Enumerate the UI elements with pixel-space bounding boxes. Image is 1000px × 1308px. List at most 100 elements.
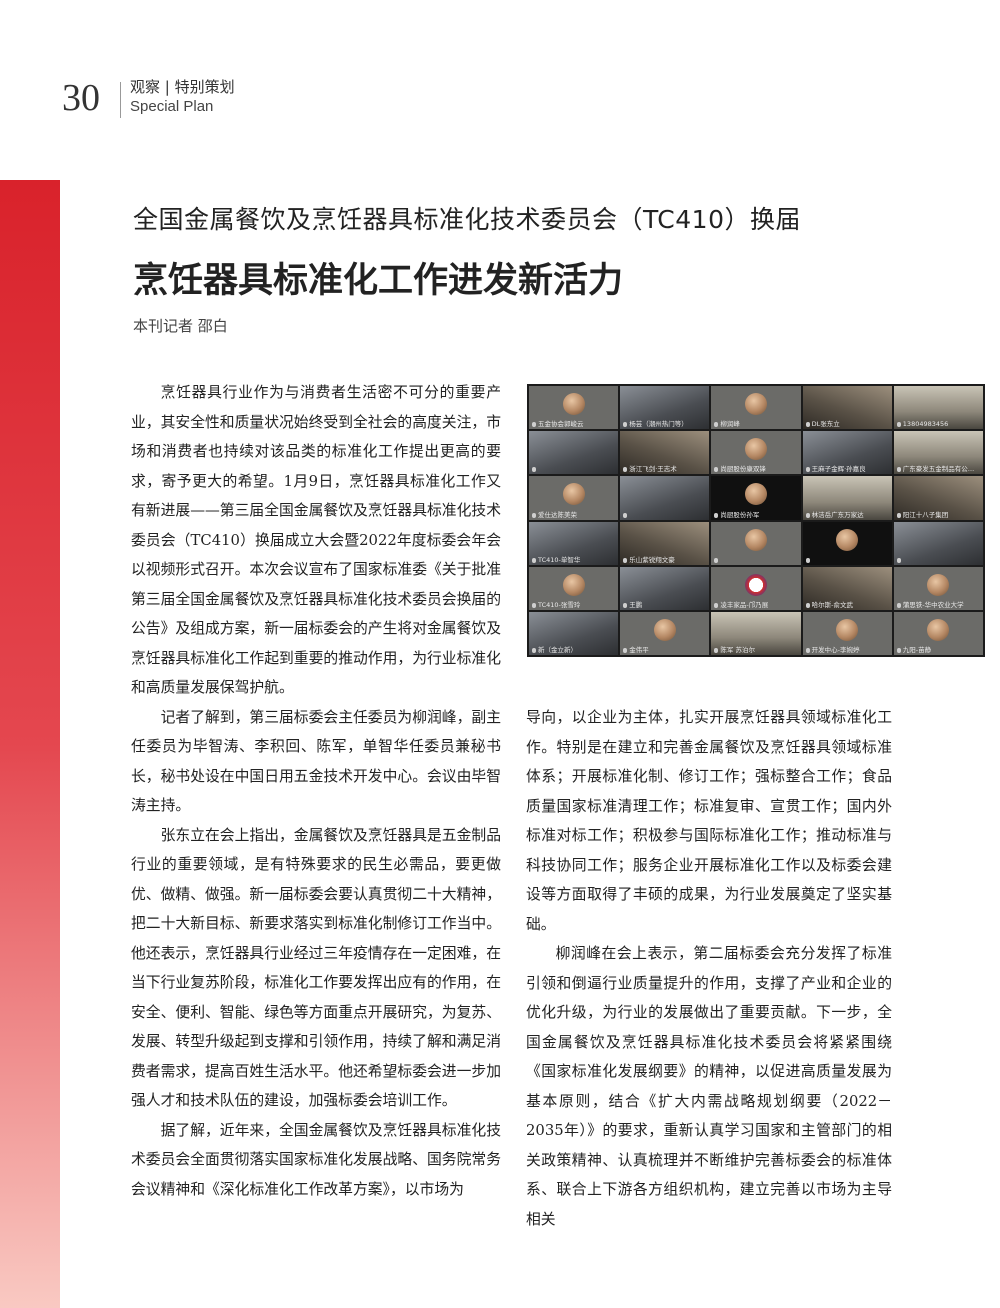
microphone-icon: [896, 648, 901, 653]
participant-name: 阳江十八子集团: [896, 510, 981, 519]
participant-name: 广东豪发五金制品有公…: [896, 465, 981, 474]
participant-name-text: 凌丰家品-邝乃展: [720, 600, 769, 609]
section-title-en: Special Plan: [130, 98, 214, 115]
participant-name: 柳润峰: [714, 420, 798, 428]
participant-name: [896, 556, 981, 564]
decorative-red-bar: [0, 180, 60, 1308]
microphone-icon: [532, 422, 536, 428]
participant-name: 凌丰家品-邝乃展: [714, 601, 798, 609]
video-tile: DL张东立: [802, 386, 892, 430]
microphone-icon: [623, 557, 628, 563]
paragraph: 烹饪器具行业作为与消费者生活密不可分的重要产业，其安全性和质量状况始终受到全社会…: [131, 384, 501, 696]
participant-name: 尚厨股份孙军: [714, 511, 798, 519]
video-tile: 陈军 苏泊尔: [711, 611, 801, 655]
microphone-icon: [714, 557, 719, 563]
microphone-icon: [896, 602, 901, 608]
video-tile: TC410-单智华: [529, 521, 619, 565]
video-tile: 蒲思铁-华中农业大学: [893, 566, 983, 610]
video-tile: 杨芸（潮州热门等）: [620, 386, 710, 430]
participant-name: 金伟平: [623, 646, 707, 654]
participant-name-text: 五金协会郭峻云: [538, 420, 584, 429]
participant-avatar: [562, 483, 585, 506]
microphone-icon: [714, 422, 719, 428]
left-column: 烹饪器具行业作为与消费者生活密不可分的重要产业，其安全性和质量状况始终受到全社会…: [131, 378, 501, 1204]
microphone-icon: [896, 467, 901, 473]
microphone-icon: [623, 602, 628, 608]
participant-avatar: [744, 438, 767, 461]
participant-avatar: [744, 483, 767, 506]
participant-name-text: TC410-张雪玲: [538, 600, 581, 609]
participant-name-text: 13804983456: [902, 420, 949, 429]
video-tile: 13804983456: [893, 386, 983, 430]
microphone-icon: [896, 557, 901, 563]
participant-name: 13804983456: [896, 420, 981, 429]
video-tile: [893, 521, 983, 565]
article-byline: 本刊记者 邵白: [133, 317, 228, 335]
participant-name: [623, 511, 707, 519]
microphone-icon: [623, 467, 628, 473]
microphone-icon: [532, 557, 536, 563]
video-tile: 王麻子金辉·孙嘉良: [802, 431, 892, 475]
participant-name-text: 尚厨股份康双锋: [720, 465, 766, 474]
video-tile: 王鹏: [620, 566, 710, 610]
participant-name: 杨芸（潮州热门等）: [623, 420, 707, 428]
participant-name-text: 杨芸（潮州热门等）: [629, 420, 688, 429]
participant-name: 浙江飞剑·王志术: [623, 465, 707, 473]
participant-name: [532, 465, 616, 473]
video-tile: [620, 476, 710, 520]
microphone-icon: [623, 648, 628, 653]
paragraph-continued: 导向，以企业为主体，扎实开展烹饪器具领域标准化工作。特别是在建立和完善金属餐饮及…: [526, 709, 892, 933]
participant-name-text: 林洁岳广东万家达: [811, 510, 864, 519]
video-tile: 广东豪发五金制品有公…: [893, 431, 983, 475]
microphone-icon: [896, 422, 901, 428]
participant-name-text: 阳江十八子集团: [902, 510, 949, 519]
participant-name-text: 尚厨股份孙军: [720, 510, 760, 519]
video-tile: 爱仕达陈美荣: [529, 476, 619, 520]
participant-name-text: 开发中心-李婉婷: [811, 646, 860, 654]
participant-name-text: DL张东立: [811, 420, 840, 429]
microphone-icon: [805, 602, 810, 608]
video-tile: 开发中心-李婉婷: [802, 611, 892, 655]
participant-avatar: [653, 618, 676, 641]
microphone-icon: [532, 512, 536, 518]
video-tile: [802, 521, 892, 565]
participant-name-text: 蒲思铁-华中农业大学: [902, 600, 964, 609]
video-tile: 哈尔斯-俞文武: [802, 566, 892, 610]
video-tile: 乐山紫锐翔文豪: [620, 521, 710, 565]
video-tile: 林洁岳广东万家达: [802, 476, 892, 520]
video-tile: TC410-张雪玲: [529, 566, 619, 610]
right-column: 导向，以企业为主体，扎实开展烹饪器具领域标准化工作。特别是在建立和完善金属餐饮及…: [526, 703, 892, 1234]
participant-name: 蒲思铁-华中农业大学: [896, 600, 981, 609]
microphone-icon: [532, 602, 536, 608]
participant-name-text: 广东豪发五金制品有公…: [902, 465, 975, 474]
microphone-icon: [805, 648, 810, 653]
paragraph: 据了解，近年来，全国金属餐饮及烹饪器具标准化技术委员会全面贯彻落实国家标准化发展…: [131, 1121, 501, 1198]
paragraph: 张东立在会上指出，金属餐饮及烹饪器具是五金制品行业的重要领域，是有特殊要求的民生…: [131, 826, 501, 1110]
participant-name: 王麻子金辉·孙嘉良: [805, 465, 890, 474]
microphone-icon: [714, 512, 719, 518]
participant-avatar: [744, 573, 767, 596]
participant-name: 开发中心-李婉婷: [805, 646, 890, 654]
participant-name: TC410-张雪玲: [532, 601, 616, 609]
participant-avatar: [744, 528, 767, 551]
microphone-icon: [623, 422, 628, 428]
participant-name-text: 王麻子金辉·孙嘉良: [811, 465, 866, 474]
video-tile: 浙江飞剑·王志术: [620, 431, 710, 475]
participant-avatar: [927, 618, 950, 641]
participant-name-text: 陈军 苏泊尔: [720, 646, 755, 654]
participant-name-text: 柳润峰: [720, 420, 740, 429]
participant-avatar: [562, 393, 585, 416]
video-tile: 五金协会郭峻云: [529, 386, 619, 430]
section-title-cn: 观察 | 特别策划: [130, 78, 235, 96]
microphone-icon: [714, 648, 719, 653]
microphone-icon: [805, 467, 810, 473]
video-tile: 凌丰家品-邝乃展: [711, 566, 801, 610]
microphone-icon: [805, 557, 810, 563]
video-conference-screenshot: 五金协会郭峻云 杨芸（潮州热门等） 柳润峰 DL张东立 13804983456 浙江飞剑·…: [527, 384, 985, 657]
participant-avatar: [836, 528, 859, 551]
participant-name-text: 爱仕达陈美荣: [538, 510, 577, 519]
participant-name: DL张东立: [805, 420, 890, 429]
video-tile: 尚厨股份康双锋: [711, 431, 801, 475]
participant-name: 乐山紫锐翔文豪: [623, 556, 707, 564]
participant-name-text: 金伟平: [629, 646, 649, 654]
